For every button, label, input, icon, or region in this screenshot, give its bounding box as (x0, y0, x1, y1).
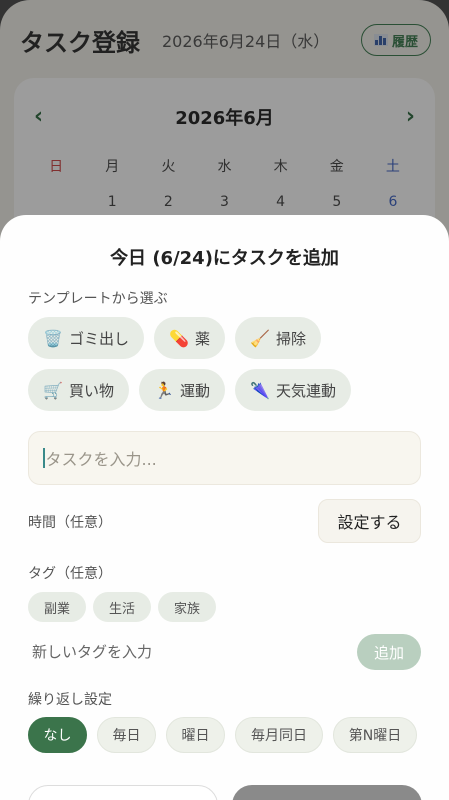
time-label: 時間（任意） (28, 515, 112, 531)
cancel-button[interactable] (28, 785, 218, 800)
tag-chip-side-job[interactable]: 副業 (28, 592, 86, 622)
repeat-option-nth-weekday[interactable]: 第N曜日 (333, 717, 417, 753)
add-tag-button[interactable]: 追加 (357, 634, 421, 670)
template-chip-weather[interactable]: 🌂 天気連動 (235, 369, 352, 411)
template-chip-label: ゴミ出し (69, 329, 130, 348)
task-input-placeholder: タスクを入力... (45, 450, 157, 469)
template-chip-label: 天気連動 (276, 381, 337, 400)
submit-button[interactable] (232, 785, 422, 800)
sheet-title: 今日 (6/24)にタスクを追加 (110, 248, 339, 269)
add-task-sheet: 今日 (6/24)にタスクを追加 テンプレートから選ぶ 🗑️ ゴミ出し 💊 薬 … (0, 215, 449, 800)
repeat-option-monthly[interactable]: 毎月同日 (235, 717, 323, 753)
repeat-option-none[interactable]: なし (28, 717, 87, 753)
tag-label: タグ（任意） (28, 566, 112, 582)
template-chip-exercise[interactable]: 🏃 運動 (139, 369, 226, 411)
tag-chip-life[interactable]: 生活 (93, 592, 151, 622)
set-time-button[interactable]: 設定する (318, 499, 421, 543)
text-caret (43, 448, 45, 468)
repeat-label: 繰り返し設定 (28, 692, 112, 708)
template-chip-cleaning[interactable]: 🧹 掃除 (235, 317, 322, 359)
template-chip-label: 掃除 (276, 329, 307, 348)
new-tag-input[interactable]: 新しいタグを入力 (32, 641, 152, 662)
template-chip-label: 買い物 (69, 381, 115, 400)
cart-icon: 🛒 (43, 380, 63, 400)
template-chip-garbage[interactable]: 🗑️ ゴミ出し (28, 317, 145, 359)
broom-icon: 🧹 (250, 328, 270, 348)
template-chip-label: 運動 (180, 381, 211, 400)
template-label: テンプレートから選ぶ (28, 291, 168, 307)
repeat-option-daily[interactable]: 毎日 (97, 717, 156, 753)
trash-icon: 🗑️ (43, 328, 63, 348)
pill-icon: 💊 (169, 328, 189, 348)
task-input[interactable]: タスクを入力... (28, 431, 421, 485)
template-chip-shopping[interactable]: 🛒 買い物 (28, 369, 130, 411)
template-chip-medicine[interactable]: 💊 薬 (154, 317, 226, 359)
runner-icon: 🏃 (154, 380, 174, 400)
repeat-option-weekday[interactable]: 曜日 (166, 717, 225, 753)
tag-chip-family[interactable]: 家族 (158, 592, 216, 622)
template-chip-label: 薬 (195, 329, 211, 348)
umbrella-icon: 🌂 (250, 380, 270, 400)
